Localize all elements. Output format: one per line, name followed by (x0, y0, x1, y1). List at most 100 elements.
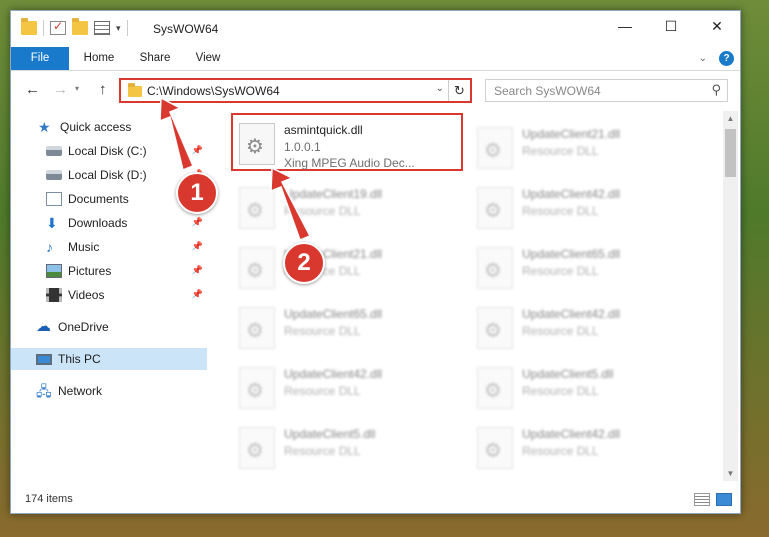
file-tile[interactable]: UpdateClient21.dll Resource DLL (233, 239, 461, 293)
dll-file-icon (477, 427, 513, 469)
folder-icon (128, 83, 142, 97)
dll-file-icon (477, 367, 513, 409)
search-icon[interactable]: ⚲ (711, 82, 721, 98)
dll-file-icon (239, 123, 275, 165)
forward-arrow-icon[interactable]: → (53, 81, 68, 98)
pin-icon: 📌 (191, 145, 203, 155)
up-arrow-icon[interactable]: ↑ (99, 81, 107, 98)
pin-icon: 📌 (191, 265, 203, 275)
navigation-bar: ← → ▾ ↑ C:\Windows\SysWOW64 ⌄ ↻ Search S… (11, 75, 740, 105)
close-button[interactable]: ✕ (694, 11, 740, 41)
file-description: Resource DLL (522, 324, 599, 338)
file-tile[interactable]: UpdateClient5.dll Resource DLL (233, 419, 461, 473)
documents-icon (46, 192, 62, 206)
music-icon: ♪ (46, 239, 53, 255)
folder-icon (21, 18, 37, 35)
maximize-button[interactable]: ☐ (648, 11, 694, 41)
help-icon[interactable]: ? (719, 51, 734, 66)
ribbon-right-controls: ⌄ ? (699, 51, 734, 66)
tab-view[interactable]: View (183, 47, 233, 70)
navigation-pane: ★ Quick access Local Disk (C:) 📌 Local D… (11, 111, 207, 481)
address-dropdown-icon[interactable]: ⌄ (436, 83, 444, 94)
onedrive-icon: ☁ (36, 318, 51, 335)
file-name: UpdateClient5.dll (284, 427, 376, 441)
sidebar-item-this-pc[interactable]: This PC (11, 348, 207, 370)
refresh-icon[interactable]: ↻ (448, 80, 470, 101)
search-box[interactable]: Search SysWOW64 ⚲ (485, 79, 728, 102)
sidebar-item-music[interactable]: ♪ Music 📌 (11, 236, 207, 258)
expand-ribbon-icon[interactable]: ⌄ (699, 53, 707, 64)
sidebar-item-onedrive[interactable]: ☁ OneDrive (11, 316, 207, 338)
title-bar: ▾ SysWOW64 — ☐ ✕ (11, 11, 740, 45)
file-tile-asmintquick[interactable]: asmintquick.dll 1.0.0.1 Xing MPEG Audio … (231, 113, 463, 171)
tab-share[interactable]: Share (127, 47, 183, 70)
file-description: Xing MPEG Audio Dec... (284, 156, 415, 170)
sidebar-item-pictures[interactable]: Pictures 📌 (11, 260, 207, 282)
disk-icon (46, 146, 62, 156)
file-name: UpdateClient19.dll (284, 187, 383, 201)
annotation-marker-2: 2 (283, 242, 325, 284)
sidebar-item-label: Documents (68, 192, 129, 206)
file-tile[interactable]: UpdateClient21.dll Resource DLL (471, 119, 699, 173)
annotation-marker-1: 1 (176, 172, 218, 214)
sidebar-item-label: Network (58, 384, 103, 398)
address-path[interactable]: C:\Windows\SysWOW64 (147, 84, 280, 98)
dll-file-icon (477, 127, 513, 169)
search-input[interactable]: Search SysWOW64 (494, 84, 601, 98)
new-folder-icon[interactable] (72, 18, 88, 35)
download-icon: ⬇ (46, 215, 58, 231)
toolbar-separator (43, 20, 44, 36)
item-count: 174 items (25, 493, 73, 505)
file-tile[interactable]: UpdateClient42.dll Resource DLL (471, 419, 699, 473)
window-controls: — ☐ ✕ (602, 11, 740, 41)
sidebar-item-downloads[interactable]: ⬇ Downloads 📌 (11, 212, 207, 234)
pin-icon: 📌 (191, 241, 203, 251)
properties-check-icon[interactable] (50, 19, 66, 35)
view-switcher (694, 493, 732, 506)
file-tile[interactable]: UpdateClient19.dll Resource DLL (233, 179, 461, 233)
file-tile[interactable]: UpdateClient65.dll Resource DLL (471, 239, 699, 293)
file-description: Resource DLL (284, 384, 361, 398)
large-icons-view-icon[interactable] (716, 493, 732, 506)
customize-dropdown-icon[interactable]: ▾ (116, 23, 121, 34)
sidebar-item-quick-access[interactable]: ★ Quick access (11, 116, 207, 138)
sidebar-item-videos[interactable]: Videos 📌 (11, 284, 207, 306)
file-tile[interactable]: UpdateClient42.dll Resource DLL (471, 179, 699, 233)
sidebar-item-local-disk-c[interactable]: Local Disk (C:) 📌 (11, 140, 207, 162)
back-arrow-icon[interactable]: ← (25, 81, 40, 98)
sidebar-item-label: Pictures (68, 264, 112, 278)
scroll-thumb[interactable] (725, 129, 736, 177)
file-name: UpdateClient42.dll (522, 307, 621, 321)
recent-locations-icon[interactable]: ▾ (75, 84, 79, 93)
sidebar-item-label: Local Disk (C:) (68, 144, 147, 158)
file-tile[interactable]: UpdateClient42.dll Resource DLL (233, 359, 461, 413)
pin-icon: 📌 (191, 289, 203, 299)
file-description: Resource DLL (522, 264, 599, 278)
file-name: UpdateClient5.dll (522, 367, 614, 381)
details-view-icon[interactable] (694, 493, 710, 506)
sidebar-item-label: This PC (58, 352, 101, 366)
address-bar[interactable]: C:\Windows\SysWOW64 ⌄ ↻ (119, 78, 472, 103)
scroll-down-icon[interactable]: ▼ (723, 466, 738, 481)
file-description: Resource DLL (522, 444, 599, 458)
file-tile[interactable]: UpdateClient5.dll Resource DLL (471, 359, 699, 413)
tab-file[interactable]: File (11, 47, 69, 70)
minimize-button[interactable]: — (602, 11, 648, 41)
dll-file-icon (477, 307, 513, 349)
tab-home[interactable]: Home (71, 47, 127, 70)
file-description: Resource DLL (522, 144, 599, 158)
star-icon: ★ (38, 119, 51, 135)
vertical-scrollbar[interactable]: ▲ ▼ (723, 111, 738, 481)
file-description: Resource DLL (284, 444, 361, 458)
status-bar: 174 items (11, 487, 740, 513)
customize-icon[interactable] (94, 21, 110, 35)
sidebar-item-label: Videos (68, 288, 105, 302)
file-tile[interactable]: UpdateClient42.dll Resource DLL (471, 299, 699, 353)
file-tile[interactable]: UpdateClient65.dll Resource DLL (233, 299, 461, 353)
file-description: Resource DLL (522, 204, 599, 218)
ribbon-tabs: File Home Share View ⌄ ? (11, 47, 740, 71)
sidebar-item-network[interactable]: 🖧 Network (11, 380, 207, 402)
dll-file-icon (477, 187, 513, 229)
scroll-up-icon[interactable]: ▲ (723, 111, 738, 126)
file-name: UpdateClient65.dll (284, 307, 383, 321)
